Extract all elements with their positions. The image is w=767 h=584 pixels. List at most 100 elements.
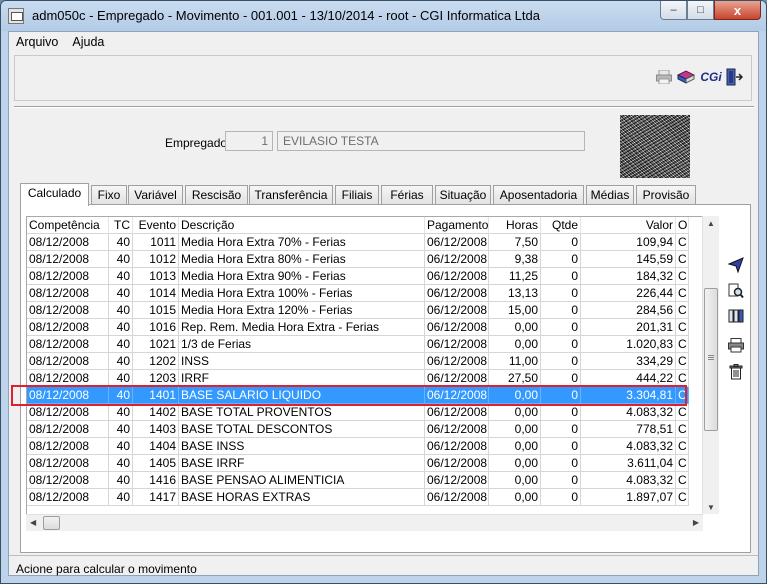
table-row[interactable]: 08/12/2008 40 1011 Media Hora Extra 70% - F… [27, 234, 689, 251]
cell-origem: C [676, 489, 689, 506]
search-document-icon[interactable] [726, 281, 746, 301]
scroll-down-icon[interactable]: ▼ [707, 503, 715, 512]
tab-panel-calculado: Competência TC Evento Descrição Pagamento Hor… [20, 204, 751, 553]
cell-competencia: 08/12/2008 [27, 234, 109, 251]
window-title: adm050c - Empregado - Movimento - 001.00… [32, 8, 540, 23]
cell-valor: 4.083,32 [581, 404, 676, 421]
column-header-pagamento[interactable]: Pagamento [425, 217, 489, 234]
vertical-scroll-thumb[interactable] [704, 288, 718, 431]
cell-evento: 1013 [133, 268, 179, 285]
maximize-button[interactable]: □ [687, 1, 714, 20]
table-row[interactable]: 08/12/2008 40 1015 Media Hora Extra 120% - … [27, 302, 689, 319]
cell-pagamento: 06/12/2008 [425, 455, 489, 472]
cell-pagamento: 06/12/2008 [425, 421, 489, 438]
exit-door-icon[interactable] [725, 68, 743, 86]
column-header-descricao[interactable]: Descrição [179, 217, 425, 234]
cell-horas: 0,00 [489, 455, 541, 472]
cell-valor: 1.897,07 [581, 489, 676, 506]
cell-horas: 0,00 [489, 489, 541, 506]
table-row[interactable]: 08/12/2008 40 1202 INSS 06/12/2008 11,00 0 334,… [27, 353, 689, 370]
employee-name-field[interactable]: EVILASIO TESTA [277, 131, 585, 151]
scroll-up-icon[interactable]: ▲ [707, 219, 715, 228]
calculation-grid[interactable]: Competência TC Evento Descrição Pagamento Hor… [26, 216, 703, 527]
cell-qtde: 0 [541, 438, 581, 455]
cell-qtde: 0 [541, 268, 581, 285]
cell-evento: 1014 [133, 285, 179, 302]
table-row[interactable]: 08/12/2008 40 1012 Media Hora Extra 80% - F… [27, 251, 689, 268]
cell-tc: 40 [109, 438, 133, 455]
menu-bar: Arquivo Ajuda [9, 32, 758, 52]
cell-valor: 4.083,32 [581, 438, 676, 455]
column-header-origem[interactable]: O [676, 217, 689, 234]
cell-descricao: INSS [179, 353, 425, 370]
tab-situacao[interactable]: Situação [435, 185, 491, 205]
horizontal-scrollbar[interactable]: ◀ ▶ [26, 514, 703, 531]
tab-aposentadoria[interactable]: Aposentadoria [493, 185, 584, 205]
close-icon: x [733, 2, 742, 18]
column-header-tc[interactable]: TC [109, 217, 133, 234]
table-row[interactable]: 08/12/2008 40 1016 Rep. Rem. Media Hora Ext… [27, 319, 689, 336]
tab-transferencia[interactable]: Transferência [249, 185, 333, 205]
trash-icon[interactable] [726, 362, 746, 382]
table-header[interactable]: Competência TC Evento Descrição Pagamento Hor… [27, 217, 689, 234]
cell-origem: C [676, 336, 689, 353]
vertical-scrollbar[interactable]: ▲ ▼ [702, 216, 719, 514]
cgi-logo-icon[interactable]: CGi [699, 68, 723, 86]
cell-horas: 0,00 [489, 438, 541, 455]
employee-code-field[interactable]: 1 [225, 131, 273, 151]
tab-fixo[interactable]: Fixo [91, 185, 127, 205]
scroll-right-icon[interactable]: ▶ [693, 518, 699, 527]
cell-valor: 334,29 [581, 353, 676, 370]
printer-icon[interactable] [726, 335, 746, 355]
tab-rescisao[interactable]: Rescisão [185, 185, 248, 205]
column-header-qtde[interactable]: Qtde [541, 217, 581, 234]
send-icon[interactable] [726, 255, 746, 275]
columns-edit-icon[interactable] [726, 306, 746, 326]
cell-valor: 1.020,83 [581, 336, 676, 353]
cell-horas: 9,38 [489, 251, 541, 268]
column-header-competencia[interactable]: Competência [27, 217, 109, 234]
tab-provisao[interactable]: Provisão [636, 185, 696, 205]
column-header-evento[interactable]: Evento [133, 217, 179, 234]
table-row[interactable]: 08/12/2008 40 1014 Media Hora Extra 100% - … [27, 285, 689, 302]
table-row[interactable]: 08/12/2008 40 1404 BASE INSS 06/12/2008 0,00 0… [27, 438, 689, 455]
cell-competencia: 08/12/2008 [27, 302, 109, 319]
table-row[interactable]: 08/12/2008 40 1021 1/3 de Ferias 06/12/2008 0… [27, 336, 689, 353]
cell-tc: 40 [109, 421, 133, 438]
minimize-button[interactable]: – [660, 1, 687, 20]
cell-tc: 40 [109, 285, 133, 302]
printer-icon[interactable] [655, 68, 673, 86]
close-button[interactable]: x [714, 1, 761, 20]
table-row[interactable]: 08/12/2008 40 1405 BASE IRRF 06/12/2008 0,00 0… [27, 455, 689, 472]
tab-calculado[interactable]: Calculado [20, 183, 89, 206]
menu-arquivo[interactable]: Arquivo [9, 35, 65, 49]
tab-filiais[interactable]: Filiais [335, 185, 379, 205]
tab-medias[interactable]: Médias [586, 185, 634, 205]
table-row[interactable]: 08/12/2008 40 1402 BASE TOTAL PROVENTOS 06/1… [27, 404, 689, 421]
horizontal-scroll-thumb[interactable] [43, 516, 60, 530]
cell-descricao: Media Hora Extra 120% - Ferias [179, 302, 425, 319]
column-header-valor[interactable]: Valor [581, 217, 676, 234]
table-row[interactable]: 08/12/2008 40 1417 BASE HORAS EXTRAS 06/12/2… [27, 489, 689, 506]
table-row[interactable]: 08/12/2008 40 1013 Media Hora Extra 90% - F… [27, 268, 689, 285]
cell-horas: 11,00 [489, 353, 541, 370]
cell-descricao: Media Hora Extra 90% - Ferias [179, 268, 425, 285]
books-icon[interactable] [677, 68, 695, 86]
table-row[interactable]: 08/12/2008 40 1416 BASE PENSAO ALIMENTICIA 0… [27, 472, 689, 489]
app-window-icon [8, 8, 24, 24]
scroll-left-icon[interactable]: ◀ [30, 518, 36, 527]
cell-evento: 1403 [133, 421, 179, 438]
cell-descricao: BASE HORAS EXTRAS [179, 489, 425, 506]
cell-evento: 1021 [133, 336, 179, 353]
cell-valor: 201,31 [581, 319, 676, 336]
menu-ajuda[interactable]: Ajuda [65, 35, 111, 49]
cell-competencia: 08/12/2008 [27, 336, 109, 353]
cell-qtde: 0 [541, 251, 581, 268]
cell-evento: 1015 [133, 302, 179, 319]
table-row[interactable]: 08/12/2008 40 1403 BASE TOTAL DESCONTOS 06/1… [27, 421, 689, 438]
cell-valor: 184,32 [581, 268, 676, 285]
tab-variavel[interactable]: Variável [128, 185, 183, 205]
tab-ferias[interactable]: Férias [381, 185, 433, 205]
cell-horas: 0,00 [489, 472, 541, 489]
column-header-horas[interactable]: Horas [489, 217, 541, 234]
